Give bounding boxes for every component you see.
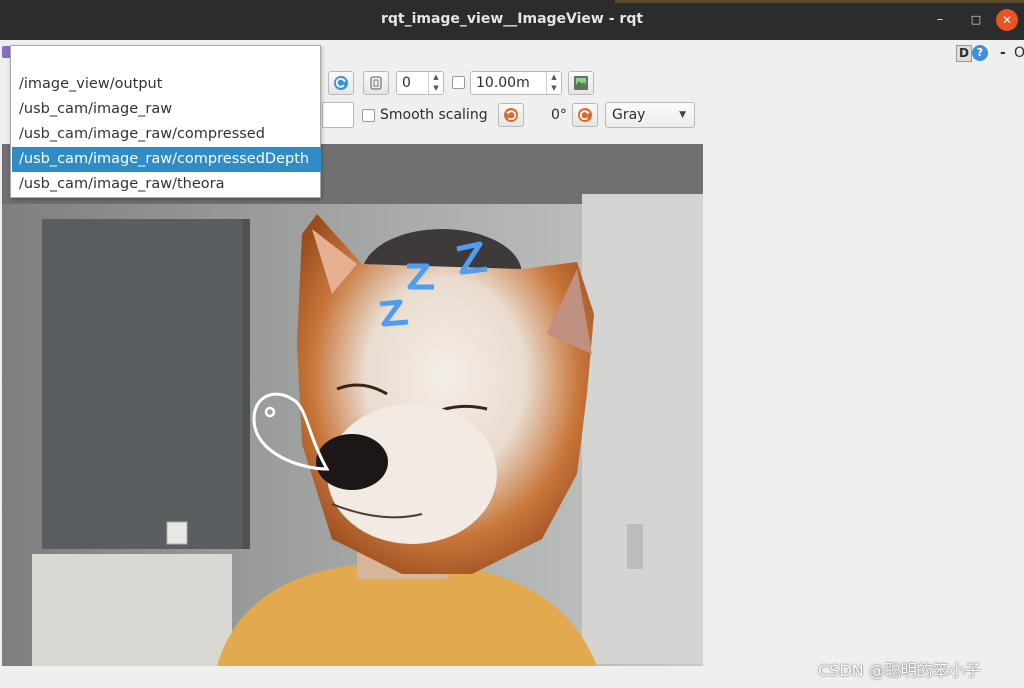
topic-item-selected[interactable]: /usb_cam/image_raw/compressedDepth [12,147,321,172]
plugin-area: D ? - O 0 ▲ ▼ 10.00m ▲ ▼ Smooth scaling … [0,40,1024,688]
max-depth-spinbox[interactable]: 10.00m ▲ ▼ [470,71,562,95]
rotate-left-icon [504,108,518,122]
camera-image [2,144,703,666]
colormap-value: Gray [612,107,646,123]
fit-spin-value: 0 [402,75,411,91]
spin-arrows[interactable]: ▲ ▼ [428,72,443,94]
dynamic-range-checkbox[interactable] [452,76,465,89]
csdn-watermark: CSDN @聪明的笨小子 [818,661,981,680]
topic-item[interactable]: /usb_cam/image_raw/theora [12,172,321,197]
zoom-fit-icon [370,76,382,90]
maximize-button[interactable]: □ [965,9,987,31]
smooth-scaling-label: Smooth scaling [380,107,488,123]
dash-label[interactable]: - [1000,45,1006,61]
chevron-down-icon: ▼ [679,110,686,120]
topic-dropdown-list[interactable]: /image_view/output /usb_cam/image_raw /u… [10,45,321,198]
smooth-scaling-checkbox[interactable] [362,109,375,122]
rotation-label: 0° [551,107,567,123]
topic-item[interactable]: /image_view/output [12,72,321,97]
spin-arrows[interactable]: ▲ ▼ [546,72,561,94]
rotate-right-icon [578,108,592,122]
topic-item[interactable]: /usb_cam/image_raw [12,97,321,122]
save-image-icon [574,76,588,90]
image-display[interactable] [2,144,703,666]
help-badge[interactable]: D [956,45,972,62]
window-title: rqt_image_view__ImageView - rqt [380,11,644,27]
mouse-publish-topic-field[interactable] [322,102,354,128]
colormap-combo[interactable]: Gray ▼ [605,102,695,128]
window-titlebar: rqt_image_view__ImageView - rqt – □ ✕ [0,0,1024,40]
close-button[interactable]: ✕ [996,9,1018,31]
zoom-fit-button[interactable] [363,71,389,95]
max-depth-value: 10.00m [476,75,530,91]
help-icon[interactable]: ? [972,45,988,61]
titlebar-accent-strip [615,0,1024,3]
fit-spinbox[interactable]: 0 ▲ ▼ [396,71,444,95]
rotate-left-button[interactable] [498,103,524,127]
plugin-close-label[interactable]: O [1014,45,1024,61]
refresh-icon [334,76,348,90]
minimize-button[interactable]: – [929,9,951,31]
empty-plugin-area [703,144,1024,666]
topic-item[interactable]: /usb_cam/image_raw/compressed [12,122,321,147]
save-image-button[interactable] [568,71,594,95]
refresh-topics-button[interactable] [328,71,354,95]
rotate-right-button[interactable] [572,103,598,127]
